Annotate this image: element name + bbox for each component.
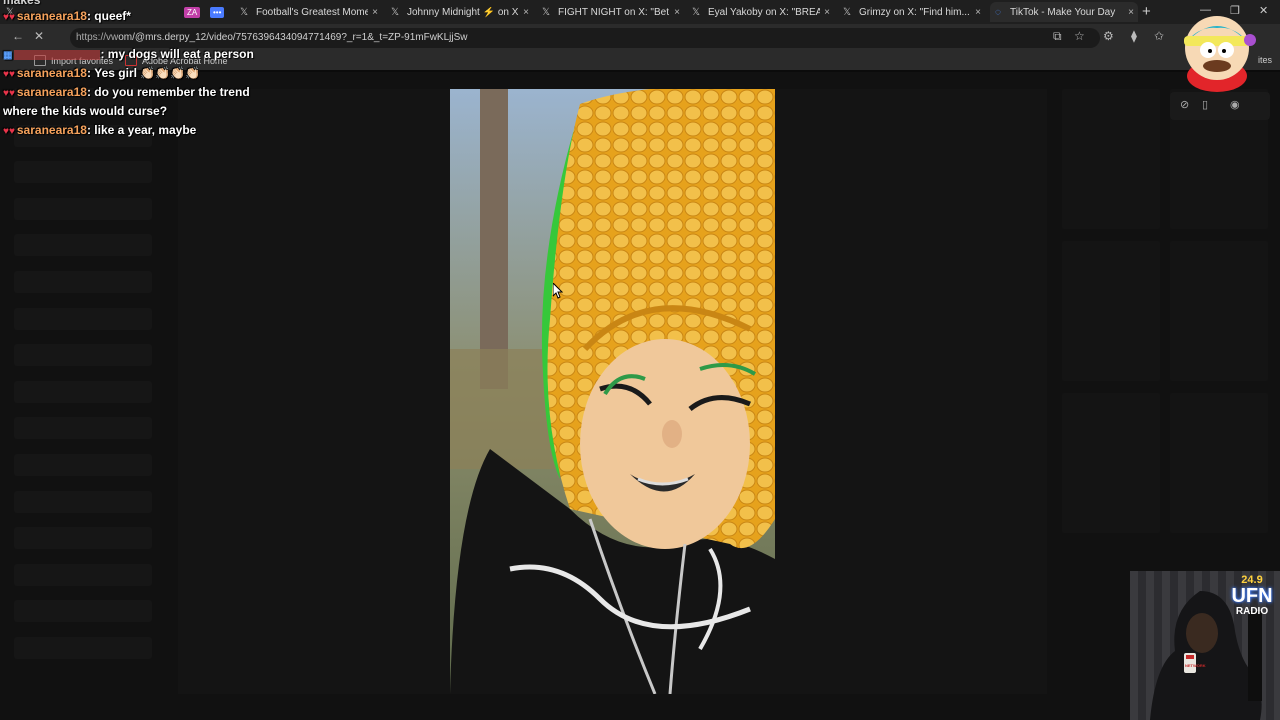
- radio-word: RADIO: [1235, 606, 1269, 617]
- chat-message: ♥♥ saraneara18: like a year, maybe: [3, 123, 197, 137]
- tab-title: FIGHT NIGHT on X: "Bet he wo: [558, 6, 670, 18]
- chat-text: my dogs will eat a person: [107, 47, 254, 61]
- za-badge: ZA: [184, 6, 201, 18]
- skeleton-row: [14, 197, 152, 220]
- x-icon: 𝕏: [691, 6, 701, 18]
- new-tab-button[interactable]: +: [1142, 3, 1151, 20]
- close-window-icon[interactable]: ✕: [1259, 4, 1268, 17]
- skeleton-row: [14, 161, 152, 184]
- skeleton-row: [14, 636, 152, 659]
- chat-username: saraneara18: [16, 85, 87, 99]
- tab-title: Eyal Yakoby on X: "BREAKING: [708, 6, 820, 18]
- star-icon[interactable]: ☆: [1074, 29, 1085, 43]
- right-card: [1170, 241, 1268, 381]
- chat-text: Yes girl 👏🏻👏🏻👏🏻👏🏻: [94, 66, 201, 80]
- right-card: [1062, 393, 1160, 533]
- url-text: om/@mrs.derpy_12/video/75763964340947714…: [118, 32, 468, 43]
- chat-text: where the kids would curse?: [3, 104, 168, 118]
- chat-text: do you remember the trend: [94, 85, 250, 99]
- video-frame-image: [450, 89, 775, 694]
- chat-text: makes: [3, 0, 41, 7]
- x-icon: 𝕏: [390, 6, 400, 18]
- chat-message: ♥♥ saraneara18: Yes girl 👏🏻👏🏻👏🏻👏🏻: [3, 66, 201, 80]
- skeleton-row: [14, 380, 152, 403]
- chat-text: queef*: [94, 9, 131, 23]
- chat-message: ♥♥ saraneara18: queef*: [3, 9, 131, 23]
- mouse-cursor-icon: [553, 283, 563, 299]
- pinned-tab-za[interactable]: ZA: [184, 2, 206, 22]
- left-sidebar-skeleton: [14, 88, 154, 674]
- close-icon[interactable]: ×: [820, 7, 834, 18]
- streamer-avatar-image: [1184, 16, 1256, 92]
- chat-text: like a year, maybe: [94, 123, 197, 137]
- tab-0[interactable]: 𝕏 Football's Greatest Moments o ×: [238, 2, 382, 22]
- badge-hearts-icon: ♥♥: [3, 12, 15, 23]
- back-icon[interactable]: ←: [12, 29, 24, 43]
- right-card: [1062, 89, 1160, 229]
- pinned-tab-dots[interactable]: •••: [210, 2, 232, 22]
- close-icon[interactable]: ×: [368, 7, 382, 18]
- open-in-app-icon[interactable]: ⧉: [1053, 29, 1062, 44]
- tab-5[interactable]: ◌ TikTok - Make Your Day ×: [990, 2, 1138, 22]
- skeleton-row: [14, 417, 152, 440]
- skeleton-row: [14, 307, 152, 330]
- tab-title: Grimzy on X: "Find him... https: [859, 6, 971, 18]
- mug-text: NETWORK: [1185, 663, 1206, 668]
- badge-hearts-icon: ♥♥: [3, 69, 15, 80]
- chat-username: saraneara18: [16, 123, 87, 137]
- tab-strip: 𝕏 ZA ••• 𝕏 Football's Greatest Moments o…: [0, 0, 1280, 24]
- x-icon: 𝕏: [541, 6, 551, 18]
- ufn-radio-logo: 24.9 UFN RADIO: [1226, 574, 1278, 624]
- tab-title: Johnny Midnight ⚡ on X: "Lo: [407, 6, 519, 18]
- video-player[interactable]: [450, 89, 775, 694]
- page-top-controls: ⊘ ▯ ◉: [1170, 92, 1270, 120]
- tab-3[interactable]: 𝕏 Eyal Yakoby on X: "BREAKING ×: [690, 2, 834, 22]
- url-prefix: https://vw: [76, 32, 119, 43]
- x-icon: 𝕏: [239, 6, 249, 18]
- dots-badge: •••: [210, 6, 225, 18]
- badge-hearts-icon: ♥♥: [3, 88, 15, 99]
- skeleton-row: [14, 270, 152, 293]
- badge-icon: ▦: [3, 50, 13, 61]
- chat-username: [14, 49, 101, 60]
- badge-hearts-icon: ♥♥: [3, 126, 15, 137]
- skeleton-row: [14, 453, 152, 476]
- reload-stop-icon[interactable]: ✕: [34, 29, 44, 43]
- chat-username: saraneara18: [16, 9, 87, 23]
- phone-icon[interactable]: ▯: [1202, 98, 1208, 111]
- tab-4[interactable]: 𝕏 Grimzy on X: "Find him... https ×: [841, 2, 985, 22]
- radio-brand: UFN: [1231, 585, 1273, 607]
- skeleton-row: [14, 490, 152, 513]
- compass-icon[interactable]: ⊘: [1180, 98, 1189, 111]
- close-icon[interactable]: ×: [670, 7, 684, 18]
- favorites-icon[interactable]: ✩: [1154, 29, 1164, 43]
- close-icon[interactable]: ×: [519, 7, 533, 18]
- skeleton-row: [14, 234, 152, 257]
- extensions-icon[interactable]: ⚙: [1103, 29, 1114, 43]
- skeleton-row: [14, 563, 152, 586]
- right-card: [1062, 241, 1160, 381]
- skeleton-row: [14, 344, 152, 367]
- right-card: [1170, 393, 1268, 533]
- tab-title: TikTok - Make Your Day: [1010, 6, 1116, 18]
- close-icon[interactable]: ×: [1124, 7, 1138, 18]
- chat-username: saraneara18: [16, 66, 87, 80]
- skeleton-row: [14, 600, 152, 623]
- close-icon[interactable]: ×: [971, 7, 985, 18]
- tab-title: Football's Greatest Moments o: [256, 6, 368, 18]
- tiktok-loading-icon: ◌: [995, 6, 1001, 18]
- chat-message-continuation: where the kids would curse?: [3, 102, 167, 121]
- puzzle-icon[interactable]: ⧫: [1131, 29, 1137, 43]
- chat-message: ▦: my dogs will eat a person: [3, 47, 254, 61]
- skeleton-row: [14, 527, 152, 550]
- other-favorites[interactable]: ites: [1258, 55, 1272, 65]
- tab-2[interactable]: 𝕏 FIGHT NIGHT on X: "Bet he wo ×: [540, 2, 684, 22]
- profile-icon[interactable]: ◉: [1230, 98, 1240, 111]
- tab-1[interactable]: 𝕏 Johnny Midnight ⚡ on X: "Lo ×: [389, 2, 533, 22]
- chat-message: ♥♥ saraneara18: do you remember the trend: [3, 85, 250, 99]
- x-icon: 𝕏: [842, 6, 852, 18]
